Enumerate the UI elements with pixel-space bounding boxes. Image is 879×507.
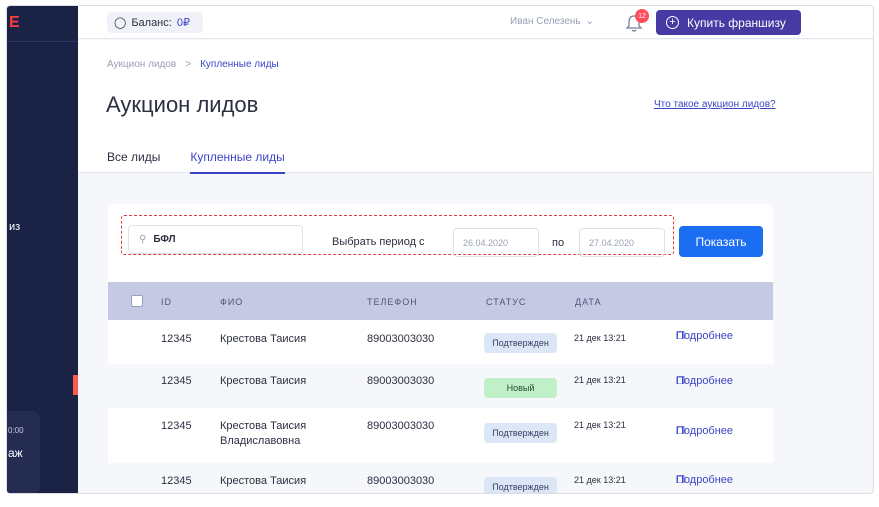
row-id: 12345 [161,375,192,387]
table-row[interactable]: 12345 Крестова Таисия 89003003030 Новый … [108,364,773,408]
column-header-phone[interactable]: ТЕЛЕФОН [367,297,418,307]
table-row[interactable]: 12345 Крестова Таисия 89003003030 Подтве… [108,321,773,364]
breadcrumb-item[interactable]: Аукцион лидов [107,59,176,70]
row-date: 21 дек 13:21 [574,420,626,430]
table-header: ID ФИО ТЕЛЕФОН СТАТУС ДАТА [108,282,773,320]
table-row[interactable]: 12345 Крестова Таисия Владиславовна 8900… [108,408,773,463]
row-id: 12345 [161,475,192,487]
to-label: по [552,237,565,249]
row-date: 21 дек 13:21 [574,333,626,343]
chevron-down-icon: ⌄ [585,16,595,27]
row-id: 12345 [161,333,192,345]
sidebar-item-label[interactable]: из [9,221,20,233]
wallet-icon: ◯ [114,17,127,29]
balance-widget[interactable]: ◯ Баланс: 0₽ [107,12,203,33]
buy-franchise-label: Купить франшизу [687,15,786,30]
status-badge: Новый [484,378,557,398]
breadcrumb-separator: > [185,59,192,70]
page-header: Аукцион лидов > Купленные лиды Аукцион л… [78,40,873,174]
tab-bar: Все лиды Купленные лиды [107,150,286,174]
plus-circle-icon: + [666,16,679,29]
row-phone: 89003003030 [367,375,435,387]
table-row[interactable]: 12345 Крестова Таисия 89003003030 Подтве… [108,463,773,493]
sidebar-active-marker [73,375,78,395]
search-input[interactable]: ⚲ БФЛ [128,225,303,254]
user-menu[interactable]: Иван Селезень ⌄ [510,16,594,27]
page-title: Аукцион лидов [106,92,259,117]
row-date: 21 дек 13:21 [574,375,626,385]
row-name: Крестова Таисия [220,333,307,345]
notification-badge: 12 [635,9,649,23]
app-window: E из 0:00 аж ◯ Баланс: 0₽ Иван Селезень … [6,5,874,494]
row-phone: 89003003030 [367,475,435,487]
user-name: Иван Селезень [510,16,581,27]
details-link-label: Подробнее [676,425,734,437]
column-header-date[interactable]: ДАТА [575,297,602,307]
logo: E [9,14,20,31]
top-header: ◯ Баланс: 0₽ Иван Селезень ⌄ 12 + Купить… [78,6,873,39]
details-link-label: Подробнее [676,375,734,387]
search-icon: ⚲ [139,234,147,245]
period-label: Выбрать период с [332,236,425,248]
buy-franchise-button[interactable]: + Купить франшизу [656,10,801,35]
sidebar-card-time: 0:00 [8,426,24,435]
row-phone: 89003003030 [367,333,435,345]
details-link-label: Подробнее [676,474,734,486]
column-header-id[interactable]: ID [161,297,172,307]
date-to-input[interactable]: 27.04.2020 [579,228,665,257]
search-value: БФЛ [153,234,176,245]
sidebar-divider [7,41,78,42]
status-badge: Подтвержден [484,423,557,443]
row-name-line2: Владиславовна [220,435,301,447]
details-link-label: Подробнее [676,330,734,342]
column-header-status[interactable]: СТАТУС [486,297,526,307]
show-button[interactable]: Показать [679,226,763,257]
column-header-name[interactable]: ФИО [220,297,243,307]
row-name: Крестова Таисия [220,420,307,432]
breadcrumb-item-current[interactable]: Купленные лиды [200,59,279,70]
tab-all-leads[interactable]: Все лиды [107,150,160,164]
balance-label: Баланс: [131,16,172,29]
date-from-input[interactable]: 26.04.2020 [453,228,539,257]
help-link[interactable]: Что такое аукцион лидов? [654,99,776,110]
row-id: 12345 [161,420,192,432]
balance-amount: 0₽ [176,17,190,29]
tab-purchased-leads[interactable]: Купленные лиды [190,150,286,174]
row-name: Крестова Таисия [220,475,307,487]
status-badge: Подтвержден [484,333,557,353]
row-phone: 89003003030 [367,420,435,432]
select-all-checkbox[interactable] [131,295,143,307]
row-date: 21 дек 13:21 [574,475,626,485]
sidebar: E из 0:00 аж [7,6,78,493]
sidebar-card-text: аж [8,446,23,460]
status-badge: Подтвержден [484,477,557,493]
breadcrumb: Аукцион лидов > Купленные лиды [107,59,279,70]
row-name: Крестова Таисия [220,375,307,387]
